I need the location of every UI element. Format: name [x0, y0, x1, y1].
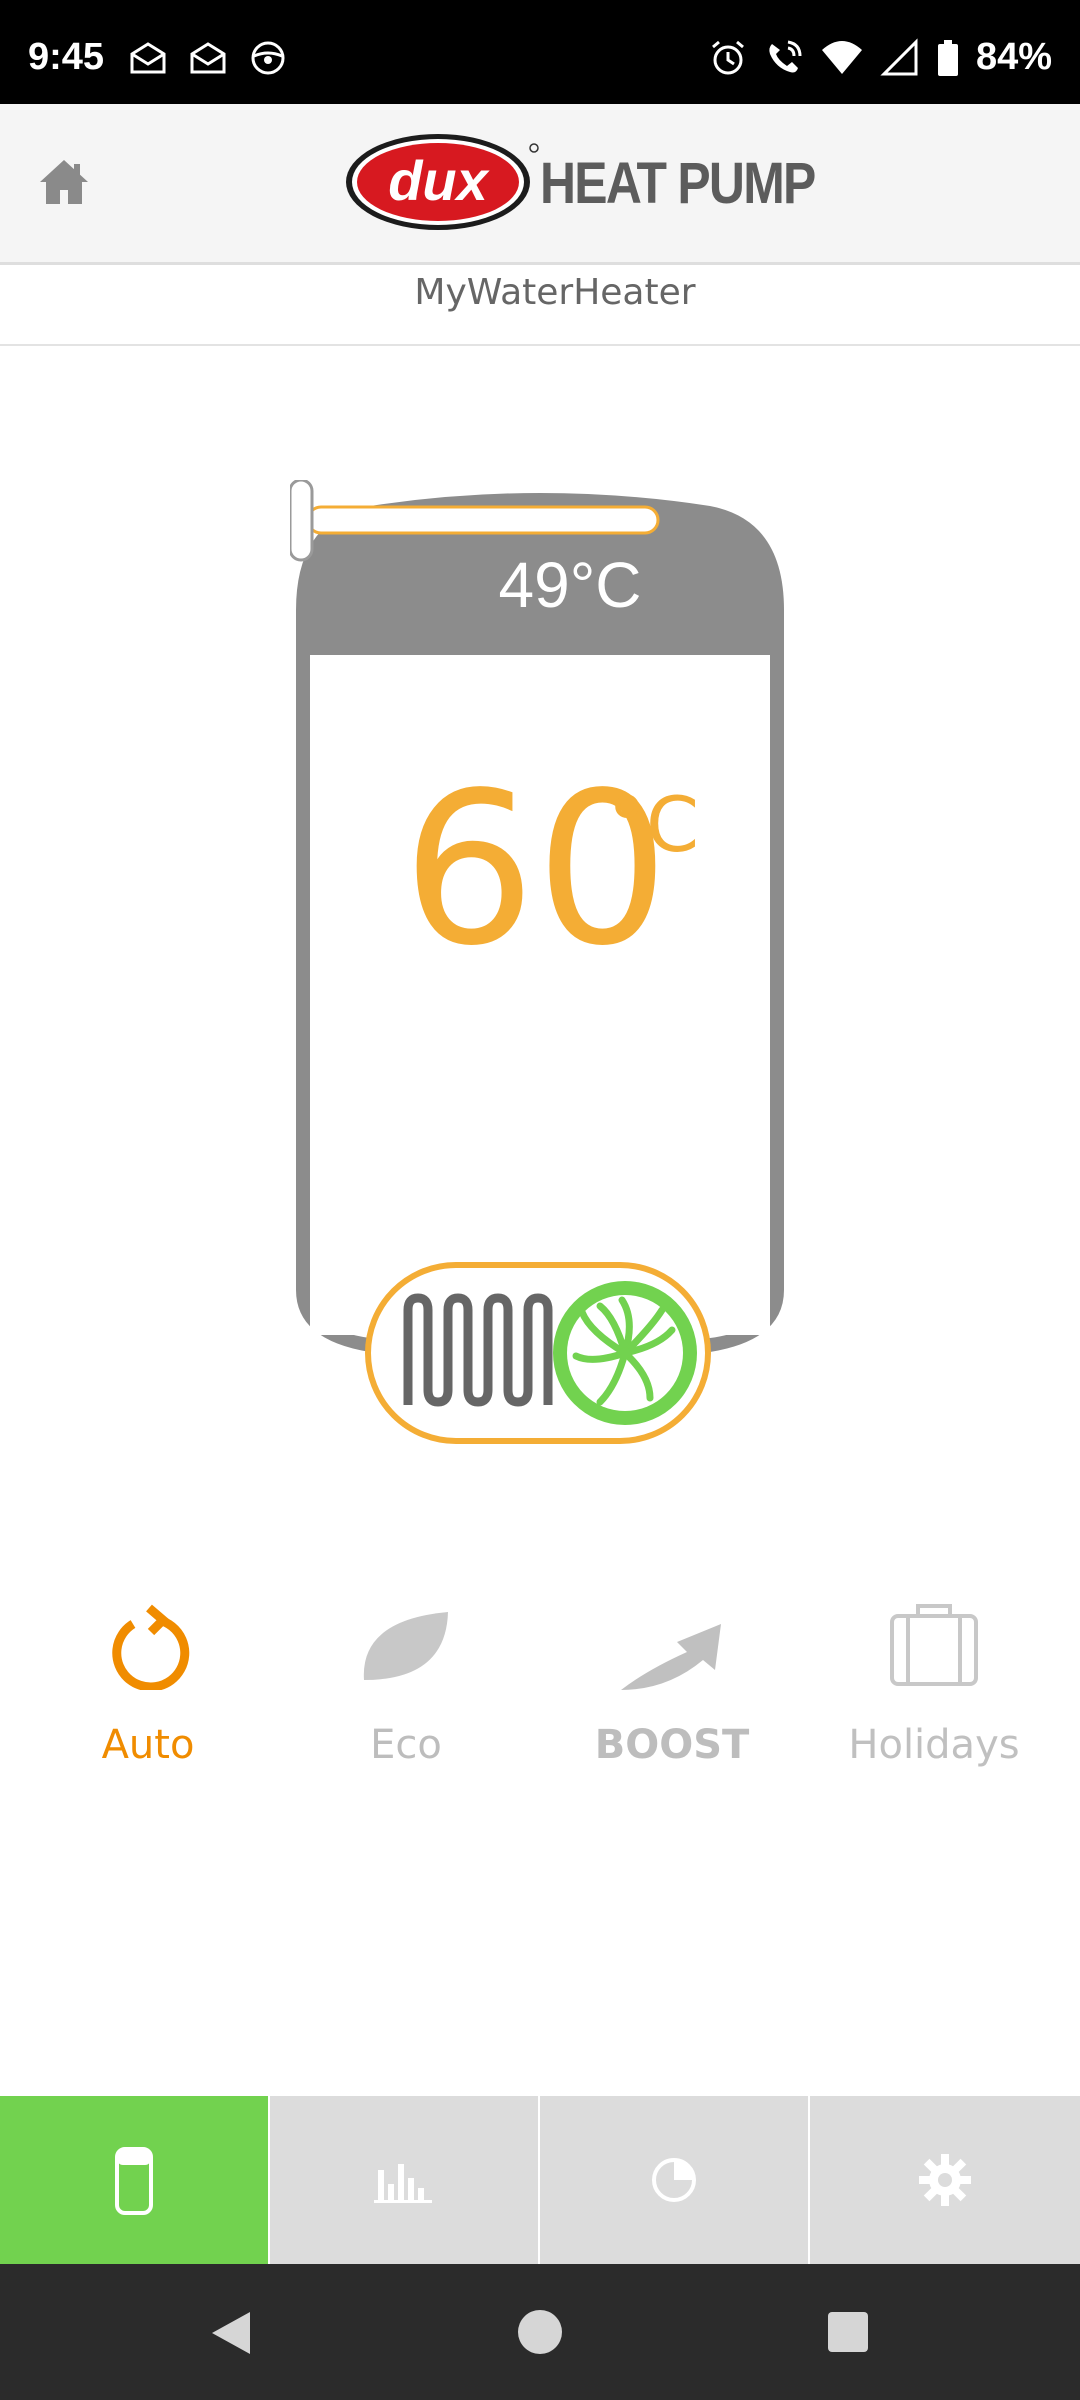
battery-percent: 84%: [975, 36, 1052, 78]
svg-text:dux: dux: [388, 149, 490, 212]
temperature-slider[interactable]: [290, 480, 670, 570]
bar-chart-icon: [374, 2164, 432, 2203]
system-icons: 84%: [708, 36, 1052, 79]
gear-icon: [919, 2154, 971, 2206]
tab-statistics[interactable]: [270, 2096, 538, 2264]
slider-handle: [290, 480, 314, 562]
wifi-icon: [821, 40, 862, 74]
status-bar: 9:45 84%: [0, 0, 1080, 104]
wifi-call-icon: [769, 40, 802, 72]
refresh-icon: [112, 1604, 190, 1690]
app-header: dux HEAT PUMP: [0, 104, 1080, 265]
mode-holidays[interactable]: Holidays: [824, 1600, 1044, 1780]
tank-icon: [115, 2147, 153, 2215]
mode-label: Auto: [101, 1722, 195, 1768]
battery-icon: [937, 39, 958, 76]
boost-arrow-icon: [621, 1624, 721, 1690]
mode-label: BOOST: [594, 1722, 750, 1768]
email-icon: [130, 42, 166, 74]
system-navigation-bar: [0, 2264, 1080, 2400]
mode-label: Holidays: [848, 1722, 1020, 1768]
mode-label: Eco: [370, 1722, 442, 1768]
leaf-icon: [363, 1612, 448, 1680]
pie-chart-icon: [652, 2158, 696, 2202]
status-time: 9:45: [28, 36, 105, 78]
dux-logo: dux: [346, 134, 539, 230]
setpoint-unit: °C: [608, 780, 700, 869]
tab-tank[interactable]: [0, 2096, 268, 2264]
mode-boost[interactable]: BOOST: [562, 1600, 782, 1780]
home-nav-icon[interactable]: [516, 2308, 564, 2356]
tab-schedule[interactable]: [540, 2096, 808, 2264]
back-icon[interactable]: [206, 2308, 254, 2358]
home-icon[interactable]: [36, 154, 92, 210]
notification-icons: [128, 40, 288, 76]
mode-eco[interactable]: Eco: [296, 1600, 516, 1780]
steering-icon: [251, 41, 285, 75]
alarm-icon: [711, 40, 744, 74]
water-tank: 49°C 60 °C: [290, 480, 790, 1460]
divider: [0, 344, 1080, 346]
suitcase-icon: [890, 1604, 978, 1686]
fan-icon: [553, 1281, 697, 1425]
recents-icon[interactable]: [826, 2310, 870, 2354]
app-title: HEAT PUMP: [540, 151, 816, 216]
signal-icon: [880, 37, 918, 75]
bottom-tab-bar: [0, 2096, 1080, 2264]
mode-auto[interactable]: Auto: [38, 1600, 258, 1780]
device-name[interactable]: MyWaterHeater: [0, 272, 1080, 313]
tab-settings[interactable]: [810, 2096, 1080, 2264]
email-icon: [190, 42, 226, 74]
